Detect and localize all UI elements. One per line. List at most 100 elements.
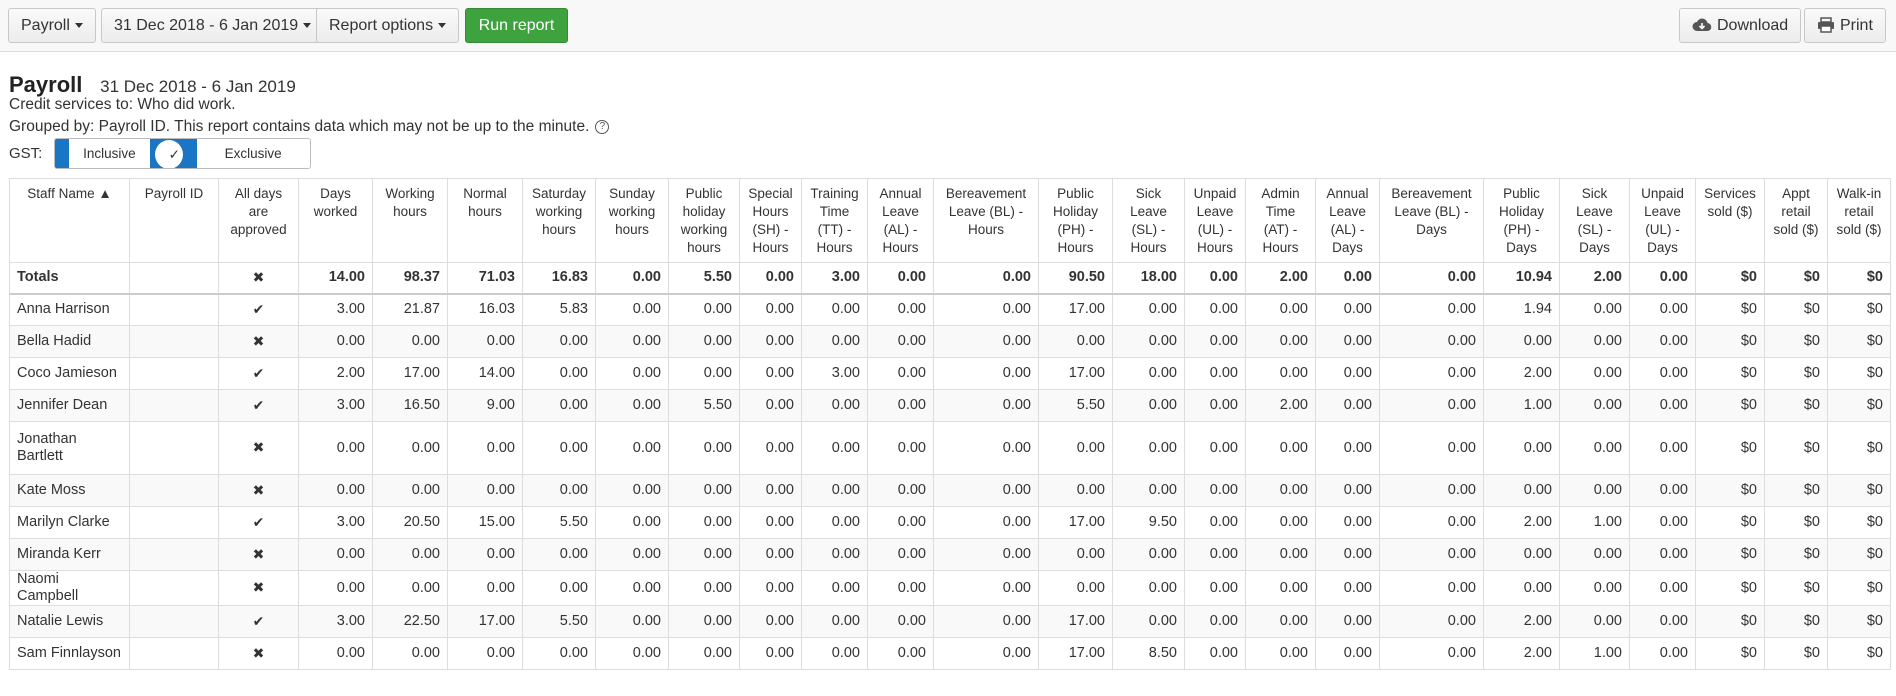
grouped-by-line: Grouped by: Payroll ID. This report cont… <box>9 118 610 136</box>
gst-exclusive-button[interactable]: Exclusive <box>196 139 310 168</box>
value-cell: 2.00 <box>1245 262 1316 295</box>
value-cell: $0 <box>1764 605 1828 638</box>
column-header: Normal hours <box>447 178 523 263</box>
print-button[interactable]: Print <box>1804 8 1886 43</box>
value-cell: 3.00 <box>298 389 373 422</box>
value-cell: 0.00 <box>1559 605 1630 638</box>
value-cell: 0.00 <box>867 605 934 638</box>
value-cell: 0.00 <box>933 538 1039 571</box>
check-icon: ✔ <box>252 612 265 629</box>
value-cell: 0.00 <box>1245 421 1316 475</box>
column-header: Public Holiday (PH) - Hours <box>1038 178 1113 263</box>
gst-inclusive-label: Inclusive <box>69 139 150 168</box>
value-cell: 0.00 <box>1379 474 1484 507</box>
approved-cell: ✔ <box>218 293 299 326</box>
value-cell: 0.00 <box>1315 538 1380 571</box>
staff-name-cell: Bella Hadid <box>9 325 130 358</box>
payroll-table: Staff Name ▲ Payroll ID All days are appro… <box>9 178 1891 670</box>
value-cell: 0.00 <box>1483 570 1560 606</box>
value-cell: 90.50 <box>1038 262 1113 295</box>
value-cell: $0 <box>1764 474 1828 507</box>
value-cell: 0.00 <box>668 293 740 326</box>
value-cell: 0.00 <box>372 421 448 475</box>
value-cell: 0.00 <box>739 605 802 638</box>
value-cell: 0.00 <box>298 421 373 475</box>
value-cell: $0 <box>1827 605 1891 638</box>
value-cell: 0.00 <box>522 389 596 422</box>
value-cell: 2.00 <box>1483 506 1560 539</box>
date-range-dropdown[interactable]: 31 Dec 2018 - 6 Jan 2019 <box>101 8 325 43</box>
value-cell: $0 <box>1695 421 1765 475</box>
value-cell: 0.00 <box>1112 421 1185 475</box>
value-cell: 17.00 <box>1038 357 1113 390</box>
column-header: Payroll ID <box>129 178 219 263</box>
table-row: Jonathan Bartlett ✖ 0.00 0.00 0.00 0.00 0.00 0.… <box>9 421 1891 475</box>
value-cell: 0.00 <box>1379 262 1484 295</box>
download-button[interactable]: Download <box>1679 8 1802 43</box>
value-cell: 0.00 <box>595 262 669 295</box>
column-header-staff-name[interactable]: Staff Name ▲ <box>9 178 130 263</box>
value-cell: 0.00 <box>1559 389 1630 422</box>
value-cell: $0 <box>1695 262 1765 295</box>
check-icon: ✔ <box>252 364 265 381</box>
report-type-label: Payroll <box>21 17 70 34</box>
table-row: Marilyn Clarke ✔ 3.00 20.50 15.00 5.50 0.00 0.0… <box>9 506 1891 539</box>
value-cell: 0.00 <box>447 570 523 606</box>
gst-label: GST: <box>9 145 43 162</box>
value-cell: 0.00 <box>867 325 934 358</box>
value-cell: 2.00 <box>1483 637 1560 670</box>
download-label: Download <box>1717 17 1789 34</box>
value-cell: 0.00 <box>1245 637 1316 670</box>
payroll-id-cell <box>129 421 219 475</box>
value-cell: 21.87 <box>372 293 448 326</box>
run-report-button[interactable]: Run report <box>465 8 568 43</box>
value-cell: 0.00 <box>867 389 934 422</box>
value-cell: 0.00 <box>1245 538 1316 571</box>
value-cell: $0 <box>1827 293 1891 326</box>
value-cell: 0.00 <box>595 637 669 670</box>
gst-segmented-control: Inclusive ✓ Exclusive <box>54 138 311 169</box>
value-cell: 0.00 <box>1629 637 1696 670</box>
approved-cell: ✖ <box>218 262 299 295</box>
value-cell: 0.00 <box>668 570 740 606</box>
value-cell: 0.00 <box>1315 325 1380 358</box>
value-cell: $0 <box>1764 293 1828 326</box>
value-cell: 0.00 <box>739 325 802 358</box>
value-cell: 0.00 <box>1315 389 1380 422</box>
table-row: Coco Jamieson ✔ 2.00 17.00 14.00 0.00 0.00 0.00… <box>9 357 1891 390</box>
value-cell: 0.00 <box>1112 293 1185 326</box>
value-cell: $0 <box>1695 357 1765 390</box>
value-cell: $0 <box>1827 474 1891 507</box>
value-cell: 5.50 <box>522 506 596 539</box>
value-cell: 0.00 <box>1483 474 1560 507</box>
report-options-dropdown[interactable]: Report options <box>316 8 460 43</box>
question-circle-icon[interactable]: ? <box>595 119 610 134</box>
value-cell: 0.00 <box>522 637 596 670</box>
value-cell: 0.00 <box>739 474 802 507</box>
column-header: Bereavement Leave (BL) - Hours <box>933 178 1039 263</box>
approved-cell: ✔ <box>218 357 299 390</box>
approved-cell: ✖ <box>218 474 299 507</box>
value-cell: 0.00 <box>801 637 868 670</box>
value-cell: 0.00 <box>372 474 448 507</box>
value-cell: 0.00 <box>595 357 669 390</box>
value-cell: 0.00 <box>867 538 934 571</box>
report-type-dropdown[interactable]: Payroll <box>8 8 96 43</box>
value-cell: $0 <box>1764 538 1828 571</box>
value-cell: 0.00 <box>1245 506 1316 539</box>
value-cell: 16.83 <box>522 262 596 295</box>
column-header: Annual Leave (AL) - Hours <box>867 178 934 263</box>
value-cell: 3.00 <box>801 357 868 390</box>
value-cell: 0.00 <box>595 421 669 475</box>
payroll-id-cell <box>129 474 219 507</box>
table-row: Naomi Campbell ✖ 0.00 0.00 0.00 0.00 0.00 0.00 0… <box>9 570 1891 606</box>
value-cell: 0.00 <box>1629 325 1696 358</box>
value-cell: 0.00 <box>1379 570 1484 606</box>
value-cell: $0 <box>1695 293 1765 326</box>
gst-inclusive-button[interactable]: Inclusive ✓ <box>55 139 197 168</box>
approved-cell: ✔ <box>218 605 299 638</box>
cross-icon: ✖ <box>252 644 265 661</box>
value-cell: 0.00 <box>1559 293 1630 326</box>
value-cell: 0.00 <box>1629 538 1696 571</box>
payroll-id-cell <box>129 538 219 571</box>
